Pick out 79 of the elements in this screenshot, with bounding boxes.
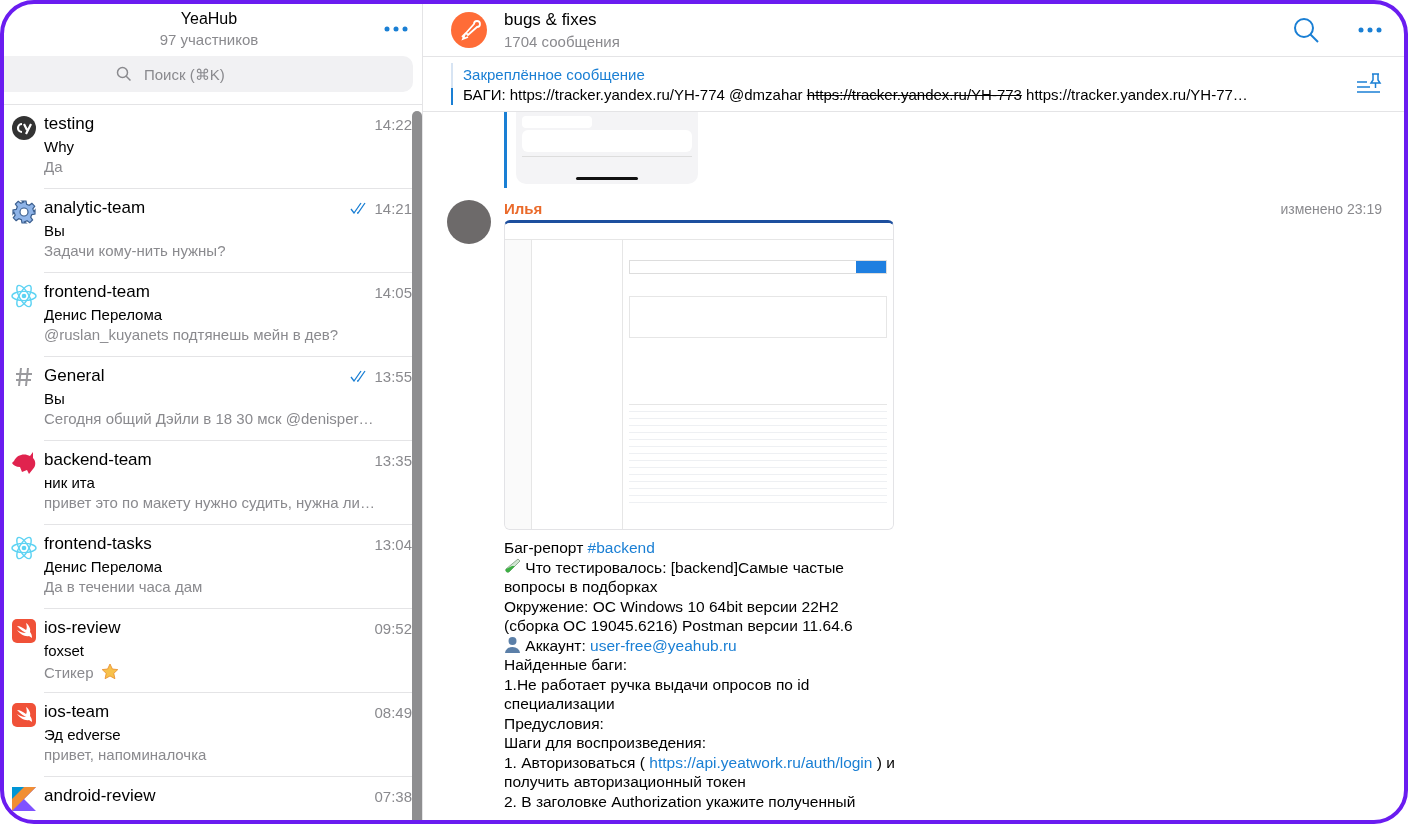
pinned-message[interactable]: БАГИ: https://tracker.yandex.ru/YH-774 @dmzahar https://tracker.yandex.ru/YH-773 https://tracker.yandex.ru/YH-77… [463, 85, 1346, 103]
pinned-title[interactable]: Закреплённое сообщение [463, 65, 1346, 83]
message-line: Шаги для воспроизведения: [504, 733, 707, 753]
test-tube-icon [504, 557, 521, 575]
message-line: Предусловия: [504, 713, 605, 733]
link[interactable]: user-free@yeahub.ru [590, 636, 737, 654]
atom-icon [10, 283, 38, 309]
sender-name: Вы [44, 390, 65, 407]
chat-time: 13:55 [374, 367, 412, 385]
chat-name: analytic-team [44, 198, 147, 218]
message-line: 1.Не работает ручка выдачи опросов по id специализации [504, 674, 811, 714]
search-icon[interactable] [1293, 17, 1319, 43]
sender-name: Денис Перелома [44, 306, 163, 323]
chat-time: 09:52 [374, 619, 412, 637]
more-icon[interactable] [1358, 27, 1382, 33]
sender-name: Вы [44, 222, 65, 239]
chat-name: testing [44, 114, 96, 134]
rocket-avatar-icon [451, 12, 487, 48]
message-preview: Да [44, 158, 63, 175]
cat-head-icon [11, 451, 37, 475]
message-line: Баг-репорт #backend [504, 538, 656, 558]
message-line: 2. В заголовке Authorization укажите полученный [504, 791, 857, 811]
chat-item[interactable]: testing 14:22 Why Да [4, 105, 412, 189]
channel-title: YeaHub [180, 10, 238, 28]
gear-icon [11, 199, 37, 225]
more-icon[interactable] [384, 26, 408, 32]
chat-item[interactable]: ios-review 09:52 foxset Стикер [4, 609, 412, 693]
chat-name: backend-team [44, 450, 153, 470]
sender-name: ник ита [44, 474, 95, 491]
message-line: 1. Авторизоваться ( https://api.yeatwork.ru/auth/login ) и получить авторизационный токен [504, 752, 896, 792]
hash-icon [15, 367, 33, 387]
chat-time: 13:35 [374, 451, 412, 469]
message-line: Найденные баги: [504, 655, 629, 675]
pin-list-icon[interactable] [1356, 72, 1382, 96]
chat-title: bugs & fixes [504, 10, 598, 30]
message-line: Что тестировалось: [backend]Самые частые вопросы в подборках [504, 557, 845, 597]
atom-icon [10, 535, 38, 561]
chat-time: 13:04 [374, 535, 412, 553]
chat-name: frontend-tasks [44, 534, 153, 554]
search-field[interactable]: Поиск (⌘K) [4, 56, 413, 92]
chat-name: frontend-team [44, 282, 151, 302]
chat-name: ios-team [44, 702, 111, 722]
chat-time: 07:38 [374, 787, 412, 805]
sender-name: Why [44, 138, 74, 155]
message-preview: Да в течении часа дам [44, 578, 203, 595]
message-count: 1704 сообщения [504, 33, 621, 50]
message-preview: привет, напоминалочка [44, 746, 207, 763]
bird-icon [12, 703, 36, 727]
chat-name: android-review [44, 786, 157, 806]
message-preview: Стикер [44, 663, 94, 681]
sender-name: foxset [44, 642, 85, 659]
link[interactable]: #backend [587, 539, 655, 556]
message-line: Окружение: ОС Windows 10 64bit версии 22H2 (сборка ОС 19045.6216) Postman версии 11.64.6 [504, 596, 854, 636]
chat-item[interactable]: analytic-team 14:21 Вы Задачи кому-нить нужны? [4, 189, 412, 273]
person-icon [504, 635, 521, 653]
chat-name: General [44, 366, 106, 386]
search-icon [116, 66, 132, 82]
chat-time: 08:49 [374, 703, 412, 721]
chat-time: 14:21 [374, 199, 412, 217]
link[interactable]: https://api.yeatwork.ru/auth/login [649, 753, 873, 771]
edited-time: изменено 23:19 [1280, 200, 1382, 217]
chat-name: ios-review [44, 618, 122, 638]
logo-icon [11, 115, 37, 141]
message-preview: Задачи кому-нить нужны? [44, 242, 226, 259]
sender-name: Эд edverse [44, 726, 121, 743]
message-preview: привет это по макету нужно судить, нужна ли… [44, 494, 375, 511]
bird-icon [12, 619, 36, 643]
member-count: 97 участников [159, 31, 259, 48]
scrollbar[interactable] [412, 111, 422, 820]
chat-item[interactable]: ios-team 08:49 Эд edverse привет, напоминалочка [4, 693, 412, 777]
chat-item[interactable]: android-review 07:38 [4, 777, 412, 820]
message-preview: Сегодня общий Дэйли в 18 30 мск @denisper… [44, 410, 374, 427]
sender-name: Денис Перелома [44, 558, 163, 575]
chat-time: 14:05 [374, 283, 412, 301]
message-line: Аккаунт: user-free@yeahub.ru [504, 635, 896, 655]
chat-time: 14:22 [374, 115, 412, 133]
message-preview: @ruslan_kuyanets подтянешь мейн в дев? [44, 326, 339, 343]
user-avatar[interactable] [447, 200, 491, 244]
kotlin-logo-icon [12, 787, 36, 811]
